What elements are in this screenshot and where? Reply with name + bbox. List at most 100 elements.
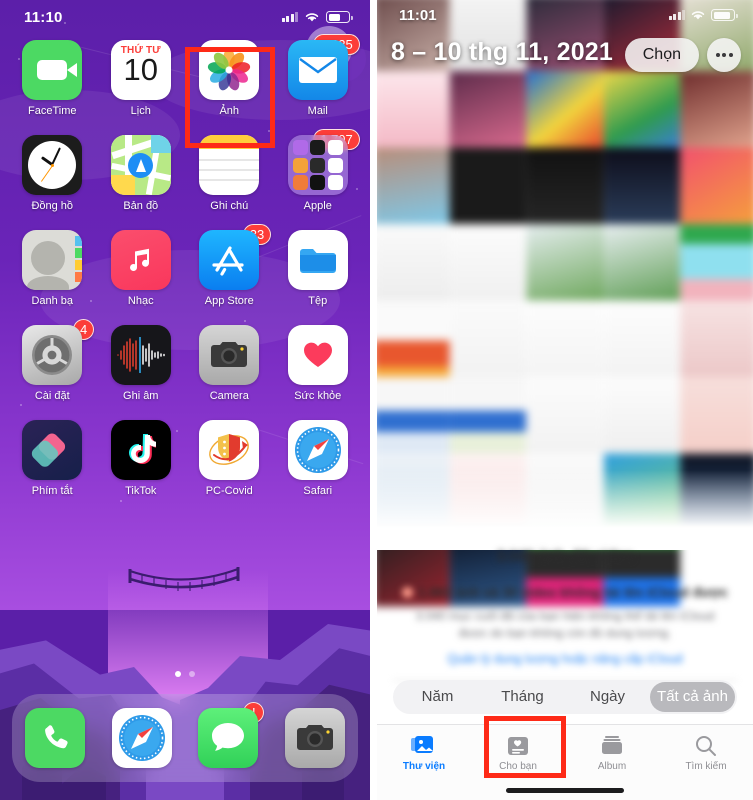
app-label: Apple (303, 200, 332, 212)
header-actions: Chọn (624, 38, 741, 72)
app-tiktok[interactable]: TikTok (97, 420, 186, 497)
tab-thu-vien[interactable]: Thư viện (377, 735, 471, 772)
app-tep-files[interactable]: Tệp (274, 230, 363, 307)
app-app-store[interactable]: 33 App Store (185, 224, 274, 307)
photo-thumb[interactable] (377, 71, 450, 148)
photo-thumb[interactable] (680, 300, 753, 378)
photo-video-count: 3.040 ảnh, 50 video (496, 548, 634, 565)
app-dong-ho[interactable]: Đồng hồ (8, 135, 97, 212)
photo-thumb[interactable] (526, 377, 604, 454)
folder-icon (287, 135, 348, 195)
photo-thumb[interactable] (680, 147, 753, 225)
app-ban-do[interactable]: Bản đồ (97, 135, 186, 212)
tab-album[interactable]: Album (565, 735, 659, 772)
wifi-icon (691, 11, 705, 20)
segment-thang[interactable]: Tháng (480, 682, 565, 712)
app-label: Bản đồ (123, 200, 159, 212)
icloud-warning-title: 1.883 ảnh và 30 video không tải lên iClo… (377, 585, 753, 600)
select-button[interactable]: Chọn (624, 38, 699, 72)
app-label: PC-Covid (205, 485, 253, 497)
photo-thumb[interactable] (449, 71, 527, 148)
screenshot-root: 11:10 FaceTime THỨ TƯ 10 Lịch Ảnh Mail Đ… (0, 0, 753, 800)
photo-thumb[interactable] (603, 377, 681, 454)
app-label: Tệp (308, 295, 328, 307)
app-label: Cài đặt (34, 390, 70, 402)
photo-thumb[interactable] (603, 147, 681, 225)
segment-tat-ca-anh[interactable]: Tất cả ảnh (650, 682, 735, 712)
tab-label: Thư viện (402, 761, 446, 772)
page-dot-2 (189, 671, 195, 677)
manage-storage-link[interactable]: Quản lý dung lượng hoặc nâng cấp iCloud (377, 652, 753, 666)
app-camera[interactable]: Camera (185, 325, 274, 402)
icloud-warning-body: 3.040 mục cuối đã của bạn hiện không thể… (415, 609, 715, 640)
photo-thumb[interactable] (377, 300, 450, 378)
app-folder-apple[interactable]: 1.707 Apple (274, 129, 363, 212)
segment-nam[interactable]: Năm (395, 682, 480, 712)
settings-gear-icon (22, 325, 83, 385)
status-bar: 11:10 (0, 0, 370, 34)
shortcuts-icon (22, 420, 83, 480)
photo-thumb[interactable] (603, 300, 681, 378)
app-ghi-am[interactable]: Ghi âm (97, 325, 186, 402)
app-label: Ghi âm (123, 390, 159, 402)
photo-thumb[interactable] (526, 71, 604, 148)
photo-thumb[interactable] (603, 224, 681, 301)
ellipsis-icon[interactable] (707, 38, 741, 72)
photo-thumb[interactable] (680, 71, 753, 148)
app-safari[interactable]: Safari (274, 420, 363, 497)
photo-thumb[interactable] (680, 224, 753, 301)
pccovid-shield-icon (199, 420, 260, 480)
photo-thumb[interactable] (377, 224, 450, 301)
dock: ! (12, 694, 358, 782)
panel-divider (370, 0, 377, 800)
dock-app-phone[interactable] (25, 708, 86, 768)
photo-thumb[interactable] (603, 71, 681, 148)
app-label: Lịch (130, 105, 151, 117)
photo-thumb[interactable] (377, 147, 450, 225)
photo-thumb[interactable] (526, 224, 604, 301)
battery-icon (711, 9, 738, 21)
app-label: FaceTime (28, 105, 77, 117)
app-phim-tat[interactable]: Phím tắt (8, 420, 97, 497)
calendar-icon: THỨ TƯ 10 (110, 40, 171, 100)
photo-thumb[interactable] (526, 300, 604, 378)
app-danh-ba[interactable]: Danh bạ (8, 230, 97, 307)
date-range-title: 8 – 10 thg 11, 2021 (391, 38, 614, 66)
files-icon (287, 230, 348, 290)
phone-icon (25, 708, 86, 768)
photo-library-icon (411, 736, 433, 753)
app-label: Phím tắt (31, 485, 73, 497)
app-label: Camera (209, 390, 249, 402)
photo-thumb[interactable] (680, 377, 753, 454)
photo-thumb[interactable] (449, 377, 527, 454)
page-indicator-dots[interactable] (0, 671, 370, 677)
photo-thumb[interactable] (449, 224, 527, 301)
photo-thumb[interactable] (377, 377, 450, 454)
photo-grid[interactable] (377, 0, 753, 607)
dock-app-camera[interactable] (284, 708, 345, 768)
app-cai-dat[interactable]: 4 Cài đặt (8, 319, 97, 402)
app-label: Đồng hồ (31, 200, 74, 212)
photo-thumb[interactable] (449, 300, 527, 378)
status-bar-time: 11:01 (399, 6, 437, 24)
app-suc-khoe[interactable]: Sức khỏe (274, 325, 363, 402)
tab-tim-kiem[interactable]: Tìm kiếm (659, 735, 753, 772)
app-nhac[interactable]: Nhạc (97, 230, 186, 307)
app-facetime[interactable]: FaceTime (8, 40, 97, 117)
photo-thumb[interactable] (526, 147, 604, 225)
app-label: TikTok (125, 485, 157, 497)
app-label: Ghi chú (210, 200, 249, 212)
app-mail[interactable]: 5.325 Mail (274, 34, 363, 117)
wifi-icon (305, 13, 319, 22)
timeline-segmented-control: Năm Tháng Ngày Tất cả ảnh (393, 680, 737, 714)
home-indicator (506, 788, 624, 793)
dock-app-messages[interactable]: ! (198, 702, 265, 768)
highlight-box-cho-ban-tab (484, 716, 566, 778)
dock-app-safari[interactable] (111, 708, 172, 768)
photo-thumb[interactable] (449, 147, 527, 225)
app-lich[interactable]: THỨ TƯ 10 Lịch (97, 40, 186, 117)
voice-memos-icon (110, 325, 171, 385)
segment-ngay[interactable]: Ngày (565, 682, 650, 712)
camera-icon (284, 708, 345, 768)
app-pc-covid[interactable]: PC-Covid (185, 420, 274, 497)
